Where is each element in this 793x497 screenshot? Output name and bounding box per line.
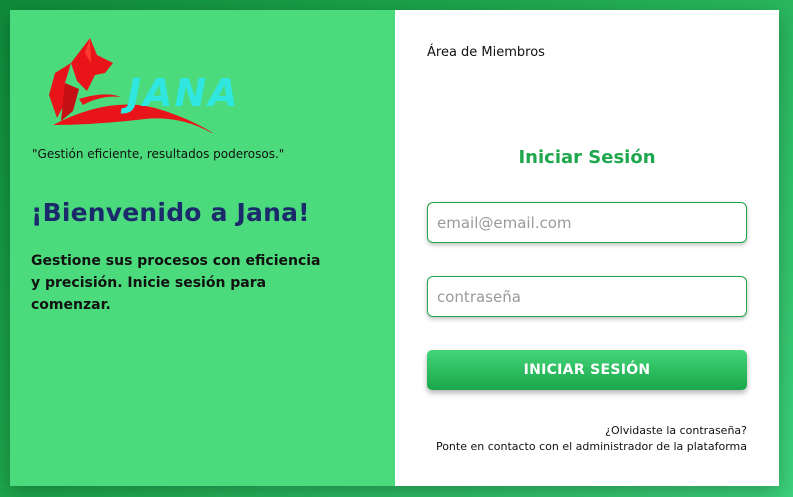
logo-wordmark: JANA — [120, 71, 240, 115]
email-field[interactable] — [427, 202, 747, 243]
forgot-password-link[interactable]: ¿Olvidaste la contraseña? — [605, 424, 747, 437]
members-area-label: Área de Miembros — [427, 45, 545, 60]
welcome-panel: JANA "Gestión eficiente, resultados pode… — [10, 10, 395, 486]
contact-admin-text: Ponte en contacto con el administrador d… — [435, 440, 747, 453]
login-title: Iniciar Sesión — [518, 147, 656, 168]
fox-logo-icon: JANA — [49, 38, 240, 138]
login-panel: Área de Miembros Iniciar Sesión INICIAR … — [395, 10, 779, 486]
jana-logo: JANA — [35, 33, 265, 138]
welcome-heading: ¡Bienvenido a Jana! — [31, 198, 310, 227]
login-button[interactable]: INICIAR SESIÓN — [427, 350, 747, 390]
password-field[interactable] — [427, 276, 747, 317]
welcome-subtitle: Gestione sus procesos con eficiencia y p… — [31, 253, 321, 313]
login-card: JANA "Gestión eficiente, resultados pode… — [10, 10, 779, 486]
tagline: "Gestión eficiente, resultados poderosos… — [32, 147, 285, 161]
